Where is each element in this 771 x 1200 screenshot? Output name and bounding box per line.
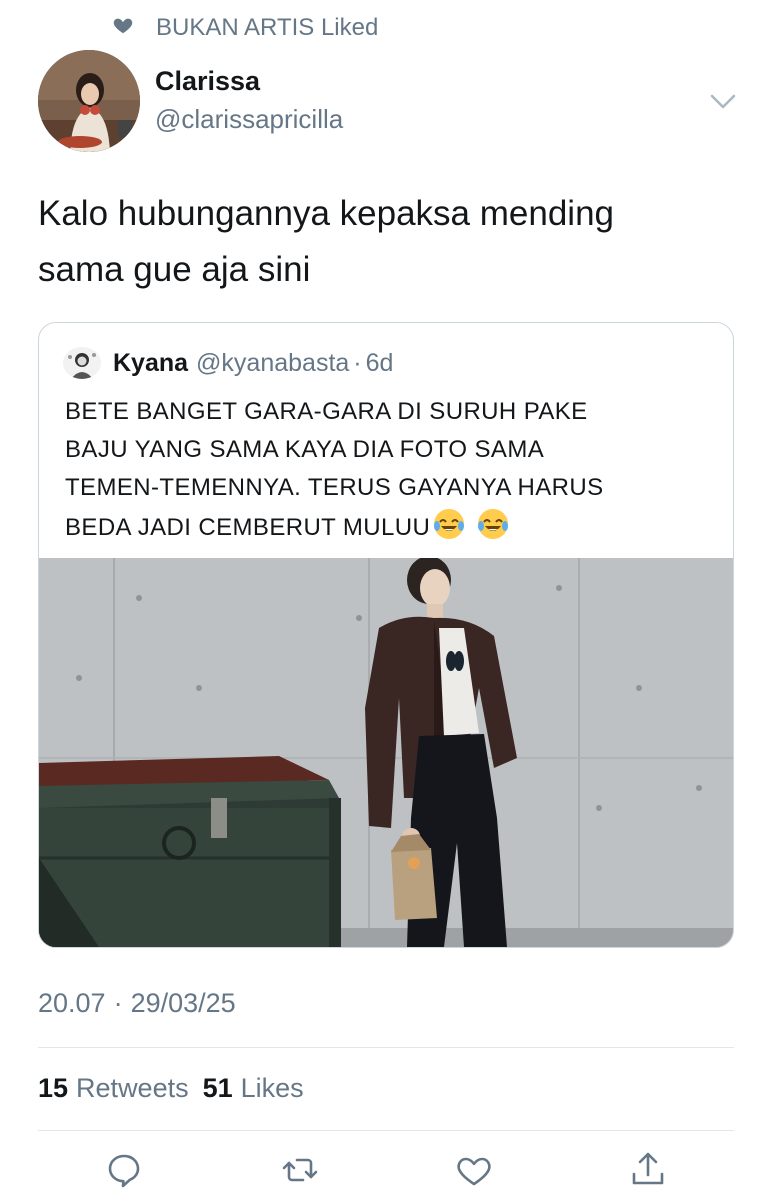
heart-icon bbox=[112, 14, 134, 43]
retweets-count[interactable]: 15 bbox=[38, 1073, 68, 1104]
quoted-text-line: TEMEN-TEMENNYA. TERUS GAYANYA HARUS bbox=[65, 474, 604, 501]
quoted-author-handle: @kyanabasta bbox=[196, 348, 350, 377]
quoted-time: 6d bbox=[365, 348, 394, 377]
author-name[interactable]: Clarissa bbox=[155, 66, 260, 97]
laughing-emoji-icon bbox=[476, 507, 510, 541]
quoted-text-line: BEDA JADI CEMBERUT MULUU bbox=[65, 514, 431, 541]
tweet-timestamp[interactable]: 20.07 · 29/03/25 bbox=[38, 988, 236, 1019]
likes-count[interactable]: 51 bbox=[203, 1073, 233, 1104]
quoted-tweet-header: Kyana @kyanabasta · 6d bbox=[63, 347, 393, 379]
retweet-icon[interactable] bbox=[280, 1150, 320, 1190]
quoted-text-line: BAJU YANG SAMA KAYA DIA FOTO SAMA bbox=[65, 436, 545, 463]
tweet-text-line: sama gue aja sini bbox=[38, 250, 311, 289]
quoted-text-line: BETE BANGET GARA-GARA DI SURUH PAKE bbox=[65, 398, 588, 425]
author-handle[interactable]: @clarissapricilla bbox=[155, 104, 343, 135]
like-icon[interactable] bbox=[454, 1150, 494, 1190]
social-context: BUKAN ARTIS Liked bbox=[112, 12, 378, 44]
tweet-text-line: Kalo hubungannya kepaksa mending bbox=[38, 194, 614, 233]
share-icon[interactable] bbox=[628, 1150, 668, 1190]
reply-icon[interactable] bbox=[104, 1150, 144, 1190]
tweet-stats: 15 Retweets 51 Likes bbox=[38, 1073, 318, 1104]
retweets-label[interactable]: Retweets bbox=[76, 1073, 189, 1104]
tweet-date: 29/03/25 bbox=[130, 988, 236, 1018]
timestamp-separator: · bbox=[113, 988, 123, 1018]
laughing-emoji-icon bbox=[432, 507, 466, 541]
quoted-tweet-text: BETE BANGET GARA-GARA DI SURUH PAKE BAJU… bbox=[65, 393, 715, 547]
tweet-time: 20.07 bbox=[38, 988, 106, 1018]
quoted-avatar bbox=[63, 347, 101, 379]
avatar[interactable] bbox=[38, 50, 140, 152]
quoted-text-line-last: BEDA JADI CEMBERUT MULUU bbox=[65, 507, 715, 547]
divider bbox=[38, 1130, 734, 1131]
quoted-author-name: Kyana bbox=[113, 348, 189, 377]
quoted-separator: · bbox=[353, 348, 362, 377]
social-context-label: BUKAN ARTIS Liked bbox=[156, 14, 379, 41]
quoted-photo[interactable] bbox=[39, 556, 733, 947]
divider bbox=[38, 1047, 734, 1048]
quoted-tweet[interactable]: Kyana @kyanabasta · 6d BETE BANGET GARA-… bbox=[38, 322, 734, 948]
chevron-down-icon[interactable] bbox=[706, 86, 740, 116]
tweet-text: Kalo hubungannya kepaksa mending sama gu… bbox=[38, 186, 738, 298]
likes-label[interactable]: Likes bbox=[241, 1073, 304, 1104]
